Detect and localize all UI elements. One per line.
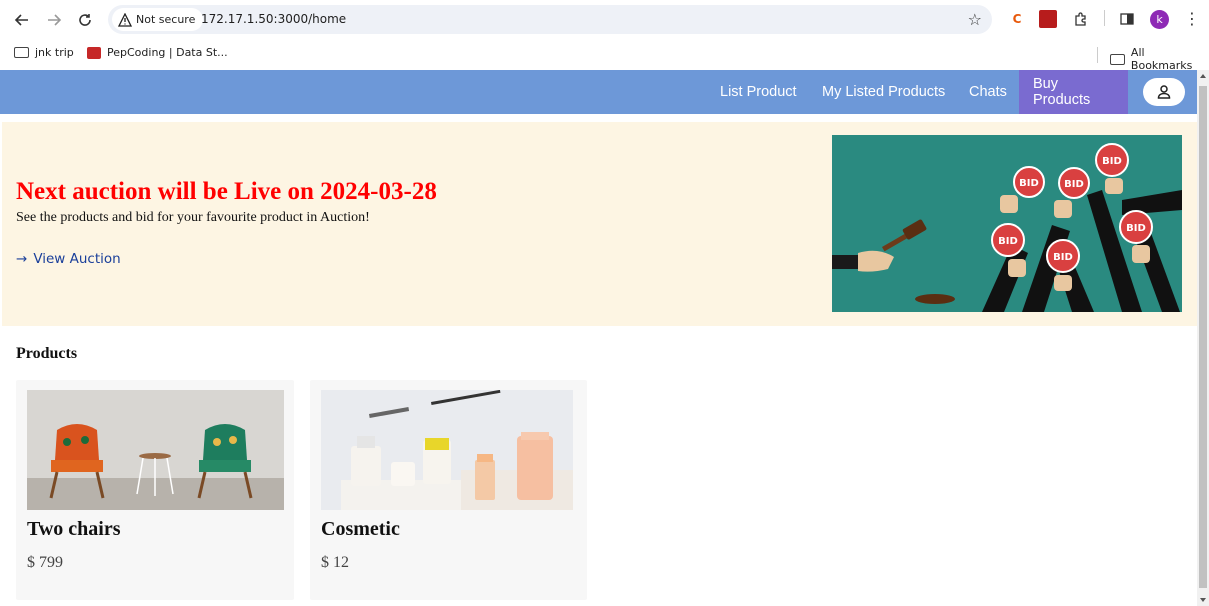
auction-subtitle: See the products and bid for your favour… (16, 210, 370, 225)
extension-c-icon[interactable]: C (1008, 10, 1026, 28)
reload-icon[interactable] (73, 8, 97, 32)
auction-banner: Next auction will be Live on 2024-03-28 … (2, 122, 1197, 326)
toolbar-divider (1104, 10, 1105, 26)
all-bookmarks[interactable]: All Bookmarks (1110, 46, 1209, 72)
bookmark-label: PepCoding | Data St... (107, 46, 228, 59)
view-auction-link[interactable]: → View Auction (16, 251, 121, 267)
address-bar[interactable]: Not secure 172.17.1.50:3000/home ☆ (108, 5, 992, 34)
product-image-chairs (27, 390, 284, 510)
back-icon[interactable] (10, 8, 34, 32)
page-scrollbar[interactable] (1197, 70, 1209, 606)
warning-icon (118, 12, 132, 27)
all-bookmarks-label: All Bookmarks (1130, 46, 1193, 72)
scroll-thumb[interactable] (1199, 86, 1207, 588)
nav-buy-products[interactable]: Buy Products (1019, 70, 1128, 114)
product-price: $ 12 (321, 554, 349, 571)
page-viewport: List Product My Listed Products Chats Bu… (0, 70, 1197, 606)
product-card[interactable]: Cosmetic $ 12 (310, 380, 587, 600)
url-text[interactable]: 172.17.1.50:3000/home (201, 12, 346, 26)
app-navbar: List Product My Listed Products Chats Bu… (0, 70, 1197, 114)
product-name: Two chairs (27, 518, 121, 540)
menu-kebab-icon[interactable]: ⋮ (1184, 9, 1200, 28)
profile-avatar[interactable]: k (1150, 10, 1169, 29)
folder-icon (1110, 53, 1125, 65)
browser-toolbar: Not secure 172.17.1.50:3000/home ☆ C k ⋮ (0, 0, 1209, 40)
auction-illustration: BID BID BID BID BID BID (832, 135, 1182, 312)
nav-chats[interactable]: Chats (969, 70, 1007, 114)
bookmark-star-icon[interactable]: ☆ (968, 10, 982, 29)
forward-icon[interactable] (42, 8, 66, 32)
side-panel-icon[interactable] (1118, 10, 1136, 28)
scroll-down-icon[interactable] (1200, 598, 1206, 602)
bookmark-item[interactable]: PepCoding | Data St... (87, 46, 228, 59)
bookmark-item[interactable]: jnk trip (14, 46, 74, 59)
auction-title: Next auction will be Live on 2024-03-28 (16, 178, 437, 205)
svg-text:BID: BID (1019, 178, 1039, 189)
bookmark-label: jnk trip (35, 46, 74, 59)
svg-text:BID: BID (1053, 252, 1073, 263)
product-card[interactable]: Two chairs $ 799 (16, 380, 294, 600)
products-heading: Products (16, 345, 78, 362)
security-label: Not secure (136, 13, 196, 26)
user-menu-button[interactable] (1143, 78, 1185, 106)
view-auction-label: View Auction (33, 251, 121, 267)
folder-icon (14, 47, 29, 58)
user-icon (1157, 85, 1171, 99)
extension-red-icon[interactable] (1039, 10, 1057, 28)
svg-text:BID: BID (1102, 156, 1122, 167)
pepcoding-icon (87, 46, 101, 59)
svg-text:BID: BID (1064, 179, 1084, 190)
nav-my-listed-products[interactable]: My Listed Products (822, 70, 945, 114)
nav-list-product[interactable]: List Product (720, 70, 797, 114)
product-image-cosmetic (321, 390, 573, 510)
bookmarks-divider (1097, 47, 1098, 63)
svg-text:BID: BID (998, 236, 1018, 247)
extensions-puzzle-icon[interactable] (1071, 10, 1089, 28)
product-price: $ 799 (27, 554, 63, 571)
bookmarks-bar: jnk trip PepCoding | Data St... All Book… (0, 40, 1209, 72)
arrow-right-icon: → (16, 251, 28, 267)
svg-text:BID: BID (1126, 223, 1146, 234)
scroll-up-icon[interactable] (1200, 74, 1206, 78)
product-name: Cosmetic (321, 518, 400, 540)
security-chip[interactable]: Not secure (112, 8, 204, 31)
